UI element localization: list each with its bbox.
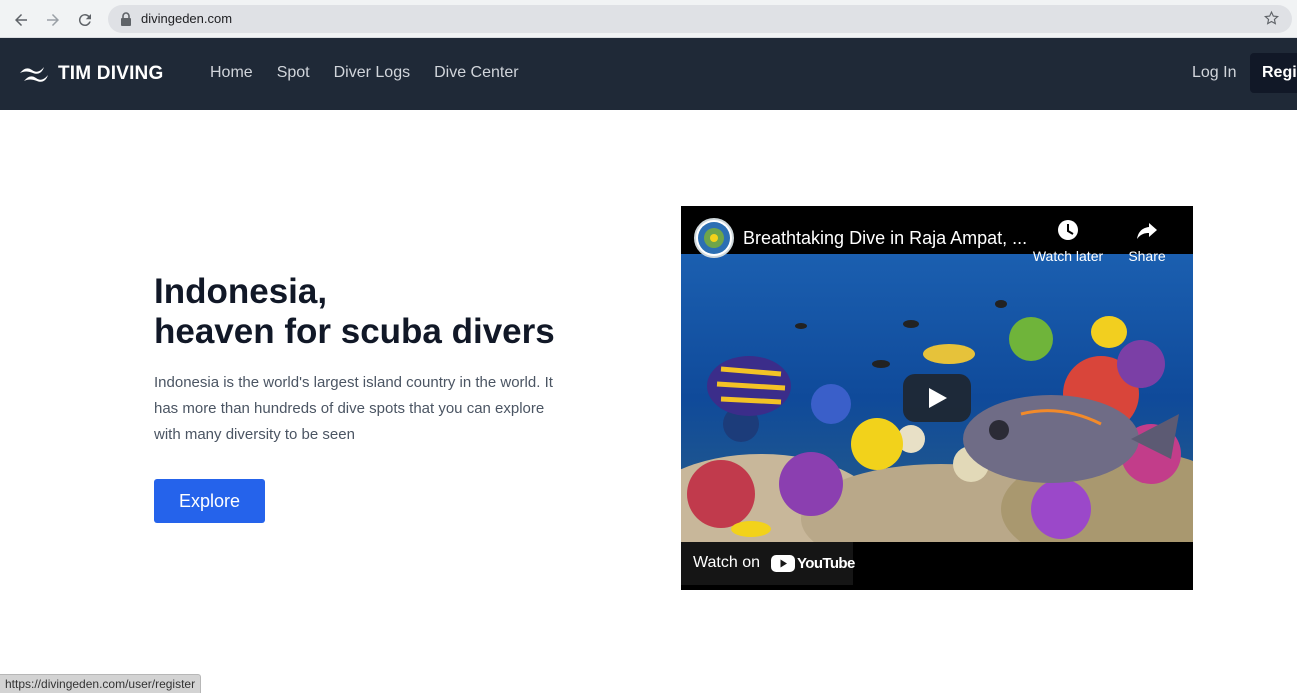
clock-icon	[1058, 220, 1078, 240]
brand-name: TIM DIVING	[58, 63, 164, 84]
hero-title-line-2: heaven for scuba divers	[154, 312, 555, 351]
explore-button[interactable]: Explore	[154, 479, 265, 523]
video-title[interactable]: Breathtaking Dive in Raja Ampat, ...	[743, 228, 1027, 249]
login-link[interactable]: Log In	[1192, 64, 1236, 82]
watch-on-youtube-button[interactable]: Watch on YouTube	[681, 542, 855, 585]
nav-spot[interactable]: Spot	[277, 64, 310, 82]
forward-arrow-icon	[47, 14, 59, 26]
youtube-logo-icon	[771, 555, 795, 572]
site-header: TIM DIVING Home Spot Diver Logs Dive Cen…	[0, 38, 1297, 110]
back-arrow-icon	[15, 14, 27, 26]
status-bar-url: https://divingeden.com/user/register	[0, 674, 202, 693]
hero-title-line-1: Indonesia,	[154, 272, 328, 311]
reload-button[interactable]	[74, 9, 96, 31]
play-icon	[929, 388, 947, 408]
star-icon[interactable]	[1263, 10, 1280, 27]
play-button[interactable]	[903, 374, 971, 422]
hero-description: Indonesia is the world's largest island …	[154, 374, 553, 443]
watch-on-label: Watch on	[693, 554, 760, 571]
address-bar[interactable]: divingeden.com	[108, 5, 1292, 33]
youtube-logo: YouTube	[771, 555, 855, 572]
back-button[interactable]	[10, 9, 32, 31]
reload-icon	[78, 14, 91, 27]
browser-toolbar: divingeden.com	[0, 0, 1297, 38]
main-nav: Home Spot Diver Logs Dive Center	[210, 64, 543, 82]
channel-avatar[interactable]	[694, 218, 734, 258]
register-button[interactable]: Regis	[1250, 53, 1297, 93]
channel-logo-icon	[698, 222, 730, 254]
youtube-wordmark: YouTube	[797, 555, 855, 572]
forward-button[interactable]	[42, 9, 64, 31]
nav-diver-logs[interactable]: Diver Logs	[334, 64, 410, 82]
watch-later-label: Watch later	[1032, 248, 1104, 264]
url-text: divingeden.com	[141, 11, 233, 26]
wave-logo-icon	[20, 67, 48, 82]
share-label: Share	[1128, 248, 1166, 264]
youtube-embed[interactable]: Breathtaking Dive in Raja Ampat, ... Wat…	[681, 206, 1193, 590]
share-arrow-icon	[1137, 223, 1157, 239]
nav-home[interactable]: Home	[210, 64, 253, 82]
hero-title: Indonesia, heaven for scuba divers	[154, 272, 614, 352]
brand-logo[interactable]: TIM DIVING	[18, 62, 163, 86]
share-button[interactable]: Share	[1121, 218, 1173, 264]
lock-icon	[121, 12, 131, 26]
watch-later-button[interactable]: Watch later	[1031, 218, 1105, 264]
nav-dive-center[interactable]: Dive Center	[434, 64, 518, 82]
